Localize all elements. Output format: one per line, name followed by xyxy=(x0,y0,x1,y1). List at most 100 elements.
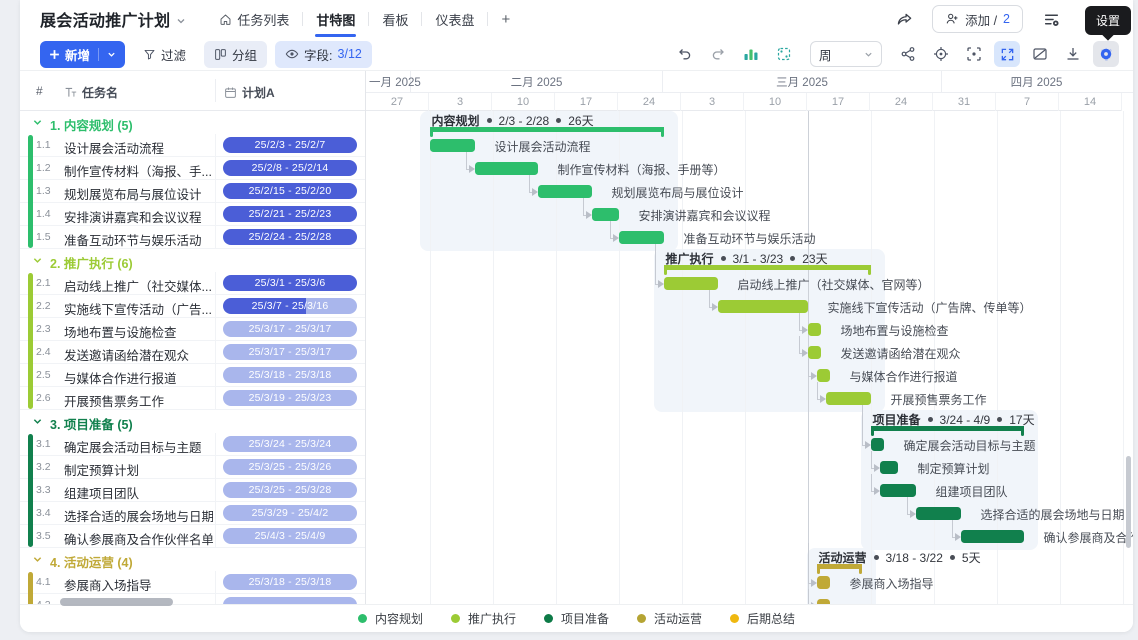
fields-button[interactable]: 字段: 3/12 xyxy=(275,41,372,68)
gantt-bar[interactable] xyxy=(871,438,884,451)
table-row[interactable]: 1.1设计展会活动流程25/2/3 - 25/2/7 xyxy=(20,134,365,157)
group-button[interactable]: 分组 xyxy=(204,41,267,68)
fit-view-button[interactable] xyxy=(961,41,987,67)
gantt-group-range: 3/24 - 4/9 xyxy=(940,413,991,427)
date-range-pill[interactable]: 25/2/15 - 25/2/20 xyxy=(223,183,357,199)
table-group-row[interactable]: 3. 项目准备 (5) xyxy=(20,410,365,433)
download-button[interactable] xyxy=(1060,41,1086,67)
table-row[interactable]: 2.2实施线下宣传活动（广告...25/3/7 - 25/3/16 xyxy=(20,295,365,318)
gantt-bar[interactable] xyxy=(817,599,830,604)
gantt-bar-label: 设计展会活动流程 xyxy=(495,138,591,155)
table-row[interactable]: 1.5准备互动环节与娱乐活动25/2/24 - 25/2/28 xyxy=(20,226,365,249)
date-range-pill[interactable]: 25/3/1 - 25/3/6 xyxy=(223,275,357,291)
gantt-canvas[interactable]: 内容规划2/3 - 2/2826天设计展会活动流程制作宣传材料（海报、手册等）规… xyxy=(366,111,1133,604)
date-range-pill[interactable]: 25/2/3 - 25/2/7 xyxy=(223,137,357,153)
date-range-pill[interactable]: 25/3/24 - 25/3/24 xyxy=(223,436,357,452)
table-row[interactable]: 4.1参展商入场指导25/3/18 - 25/3/18 xyxy=(20,571,365,594)
table-row[interactable]: 2.3场地布置与设施检查25/3/17 - 25/3/17 xyxy=(20,318,365,341)
table-row[interactable]: 3.4选择合适的展会场地与日期25/3/29 - 25/4/2 xyxy=(20,502,365,525)
time-scale-value: 周 xyxy=(819,45,832,64)
filter-button[interactable]: 过滤 xyxy=(133,41,196,68)
time-scale-select[interactable]: 周 xyxy=(810,41,882,67)
table-row[interactable]: 3.3组建项目团队25/3/25 - 25/3/28 xyxy=(20,479,365,502)
date-range-pill[interactable]: 25/2/24 - 25/2/28 xyxy=(223,229,357,245)
settings-gear-button[interactable] xyxy=(1093,41,1119,67)
gantt-bar[interactable] xyxy=(538,185,592,198)
tab-add[interactable]: + xyxy=(488,0,523,38)
vertical-scrollbar[interactable] xyxy=(1126,456,1131,548)
date-range-pill[interactable]: 25/3/18 - 25/3/18 xyxy=(223,574,357,590)
progress-chart-button[interactable] xyxy=(738,41,764,67)
table-row[interactable]: 1.2制作宣传材料（海报、手...25/2/8 - 25/2/14 xyxy=(20,157,365,180)
redo-button[interactable] xyxy=(705,41,731,67)
baseline-button[interactable] xyxy=(771,41,797,67)
new-task-button[interactable]: 新增 xyxy=(40,41,125,68)
table-row[interactable]: 2.5与媒体合作进行报道25/3/18 - 25/3/18 xyxy=(20,364,365,387)
gantt-bar[interactable] xyxy=(880,461,898,474)
date-range-pill[interactable]: 25/3/7 - 25/3/16 xyxy=(223,298,357,314)
gantt-bar[interactable] xyxy=(808,323,821,336)
connector-line xyxy=(871,451,872,468)
horizontal-scrollbar[interactable] xyxy=(60,598,173,606)
table-row[interactable]: 2.1启动线上推广（社交媒体...25/3/1 - 25/3/6 xyxy=(20,272,365,295)
date-range-pill[interactable] xyxy=(223,597,357,604)
gantt-bar[interactable] xyxy=(817,369,830,382)
table-row[interactable]: 2.6开展预售票务工作25/3/19 - 25/3/23 xyxy=(20,387,365,410)
date-range-pill[interactable]: 25/3/19 - 25/3/23 xyxy=(223,390,357,406)
gantt-bar-label: 参展商入场指导 xyxy=(850,575,934,592)
task-name: 发送邀请函给潜在观众 xyxy=(64,345,213,364)
chevron-down-icon[interactable] xyxy=(33,555,42,564)
gantt-bar[interactable] xyxy=(961,530,1024,543)
date-range-pill[interactable]: 25/3/29 - 25/4/2 xyxy=(223,505,357,521)
main-panel: 展会活动推广计划 任务列表甘特图看板仪表盘+ 添加 /2 设置 新增 xyxy=(20,0,1133,632)
table-row[interactable]: 1.4安排演讲嘉宾和会议议程25/2/21 - 25/2/23 xyxy=(20,203,365,226)
table-group-row[interactable]: 1. 内容规划 (5) xyxy=(20,111,365,134)
gantt-bar[interactable] xyxy=(817,576,830,589)
table-row[interactable]: 3.5确认参展商及合作伙伴名单25/4/3 - 25/4/9 xyxy=(20,525,365,548)
gantt-bar[interactable] xyxy=(475,162,538,175)
tab-任务列表[interactable]: 任务列表 xyxy=(206,0,302,38)
connector-arrow-icon xyxy=(811,579,817,587)
chevron-down-icon[interactable] xyxy=(33,118,42,127)
fullscreen-button[interactable] xyxy=(994,41,1020,67)
undo-button[interactable] xyxy=(672,41,698,67)
view-config-icon[interactable] xyxy=(1037,5,1065,33)
gantt-bar[interactable] xyxy=(916,507,961,520)
gantt-bar[interactable] xyxy=(718,300,808,313)
tab-仪表盘[interactable]: 仪表盘 xyxy=(422,0,487,38)
date-range-pill[interactable]: 25/3/25 - 25/3/26 xyxy=(223,459,357,475)
date-range-pill[interactable]: 25/2/8 - 25/2/14 xyxy=(223,160,357,176)
gantt-bar[interactable] xyxy=(619,231,664,244)
gantt-bar[interactable] xyxy=(826,392,871,405)
date-range-pill[interactable]: 25/3/18 - 25/3/18 xyxy=(223,367,357,383)
gantt-bar[interactable] xyxy=(664,277,718,290)
date-range-pill[interactable]: 25/3/17 - 25/3/17 xyxy=(223,344,357,360)
plus-icon xyxy=(49,49,60,60)
date-range-pill[interactable]: 25/2/21 - 25/2/23 xyxy=(223,206,357,222)
chevron-down-icon[interactable] xyxy=(33,256,42,265)
table-group-row[interactable]: 2. 推广执行 (6) xyxy=(20,249,365,272)
person-plus-icon xyxy=(945,12,959,26)
share-nodes-button[interactable] xyxy=(895,41,921,67)
gantt-bar[interactable] xyxy=(808,346,821,359)
locate-button[interactable] xyxy=(928,41,954,67)
date-range-pill[interactable]: 25/4/3 - 25/4/9 xyxy=(223,528,357,544)
table-row[interactable]: 1.3规划展览布局与展位设计25/2/15 - 25/2/20 xyxy=(20,180,365,203)
gantt-bar[interactable] xyxy=(430,139,475,152)
tab-看板[interactable]: 看板 xyxy=(369,0,421,38)
share-icon[interactable] xyxy=(890,5,918,33)
hide-panel-button[interactable] xyxy=(1027,41,1053,67)
add-member-button[interactable]: 添加 /2 xyxy=(932,5,1023,33)
gantt-bar-label: 选择合适的展会场地与日期 xyxy=(981,506,1125,523)
chevron-down-icon[interactable] xyxy=(33,417,42,426)
table-row[interactable]: 3.2制定预算计划25/3/25 - 25/3/26 xyxy=(20,456,365,479)
gantt-bar[interactable] xyxy=(592,208,619,221)
tab-甘特图[interactable]: 甘特图 xyxy=(303,0,368,38)
gantt-bar[interactable] xyxy=(880,484,916,497)
table-group-row[interactable]: 4. 活动运营 (4) xyxy=(20,548,365,571)
table-row[interactable]: 2.4发送邀请函给潜在观众25/3/17 - 25/3/17 xyxy=(20,341,365,364)
date-range-pill[interactable]: 25/3/17 - 25/3/17 xyxy=(223,321,357,337)
table-row[interactable]: 3.1确定展会活动目标与主题25/3/24 - 25/3/24 xyxy=(20,433,365,456)
title-chevron-icon[interactable] xyxy=(176,16,186,26)
date-range-pill[interactable]: 25/3/25 - 25/3/28 xyxy=(223,482,357,498)
